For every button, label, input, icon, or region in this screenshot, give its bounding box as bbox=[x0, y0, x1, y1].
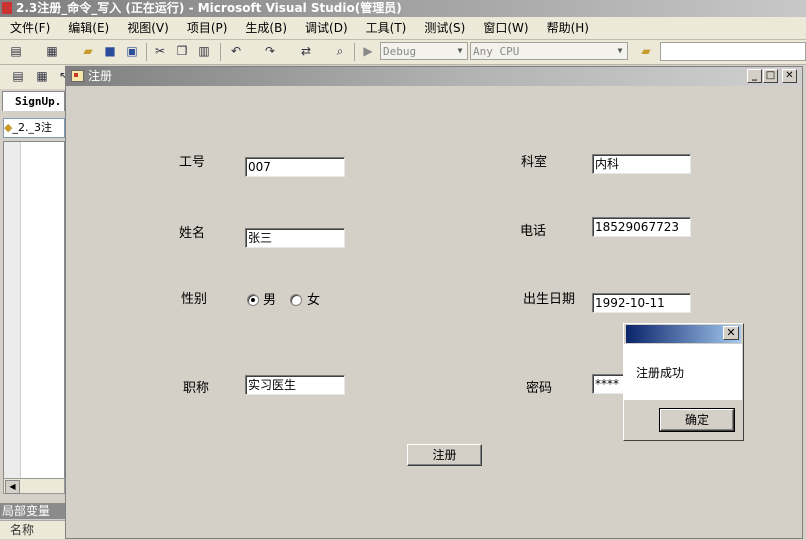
menu-edit[interactable]: 编辑(E) bbox=[58, 17, 117, 39]
menu-build[interactable]: 生成(B) bbox=[235, 17, 295, 39]
close-button[interactable]: ✕ bbox=[782, 69, 797, 83]
menu-tools[interactable]: 工具(T) bbox=[356, 17, 415, 39]
register-form-window bbox=[65, 66, 803, 539]
gender-female-radio[interactable] bbox=[290, 294, 302, 306]
copy-icon[interactable]: ❐ bbox=[174, 43, 190, 59]
solution-config-value: Debug bbox=[383, 45, 417, 58]
save-icon[interactable]: ■ bbox=[102, 43, 118, 59]
message-box-text: 注册成功 bbox=[636, 366, 685, 380]
department-input[interactable]: 内科 bbox=[592, 154, 691, 174]
register-button[interactable]: 注册 bbox=[407, 444, 482, 466]
name-input[interactable]: 张三 bbox=[245, 228, 345, 248]
find-input[interactable] bbox=[660, 42, 806, 61]
gender-male-label[interactable]: 男 bbox=[263, 293, 276, 309]
vs-title-bar: 2.3注册_命令_写入 (正在运行) - Microsoft Visual St… bbox=[0, 0, 806, 17]
menu-test[interactable]: 测试(S) bbox=[414, 17, 473, 39]
phone-label: 电话 bbox=[520, 224, 547, 239]
type-nav-value: _2._3注 bbox=[12, 121, 52, 134]
birth-date-label: 出生日期 bbox=[523, 292, 576, 307]
locals-name-column: 名称 bbox=[0, 520, 65, 539]
scroll-left-icon[interactable]: ◀ bbox=[5, 480, 20, 494]
new-project-icon[interactable]: ▤ bbox=[8, 43, 24, 59]
employee-id-input[interactable]: 007 bbox=[245, 157, 345, 177]
form-icon bbox=[71, 70, 84, 82]
save-all-icon[interactable]: ▣ bbox=[124, 43, 140, 59]
register-form-title-bar: 注册 _ □ ✕ bbox=[66, 67, 802, 86]
horizontal-scrollbar[interactable]: ◀ bbox=[3, 478, 65, 494]
add-item-icon[interactable]: ▦ bbox=[44, 43, 60, 59]
birth-date-input[interactable]: 1992-10-11 bbox=[592, 293, 691, 313]
class-view-icon[interactable]: ▦ bbox=[34, 68, 50, 84]
gender-female-label[interactable]: 女 bbox=[307, 293, 320, 309]
side-toolbar: ▤ ▦ ↖ bbox=[0, 65, 69, 89]
platform-value: Any CPU bbox=[473, 45, 520, 58]
solution-explorer-icon[interactable]: ▤ bbox=[10, 68, 26, 84]
platform-select[interactable]: Any CPU ▼ bbox=[470, 42, 628, 60]
menu-view[interactable]: 视图(V) bbox=[117, 17, 177, 39]
vs-title-text: 2.3注册_命令_写入 (正在运行) - Microsoft Visual St… bbox=[16, 1, 402, 15]
phone-input[interactable]: 18529067723 bbox=[592, 217, 691, 237]
paste-icon[interactable]: ▥ bbox=[196, 43, 212, 59]
gender-male-radio[interactable] bbox=[247, 294, 259, 306]
find-icon[interactable]: ⌕ bbox=[332, 43, 348, 59]
find-in-files-icon[interactable]: ▰ bbox=[638, 43, 654, 59]
vs-app-icon bbox=[2, 2, 12, 14]
start-debug-icon[interactable]: ▶ bbox=[360, 43, 376, 59]
employee-id-label: 工号 bbox=[179, 155, 206, 170]
message-box-close-button[interactable]: ✕ bbox=[723, 326, 739, 340]
chevron-down-icon: ▼ bbox=[617, 46, 623, 55]
document-tab[interactable]: SignUp. bbox=[2, 91, 65, 111]
menu-debug[interactable]: 调试(D) bbox=[295, 17, 356, 39]
job-title-label: 职称 bbox=[183, 381, 210, 396]
code-gutter bbox=[4, 142, 21, 478]
menu-file[interactable]: 文件(F) bbox=[0, 17, 58, 39]
menu-window[interactable]: 窗口(W) bbox=[473, 17, 536, 39]
ok-button[interactable]: 确定 bbox=[659, 408, 735, 432]
job-title-input[interactable]: 实习医生 bbox=[245, 375, 345, 395]
redo-icon[interactable]: ↷ bbox=[262, 43, 278, 59]
menu-bar: 文件(F) 编辑(E) 视图(V) 项目(P) 生成(B) 调试(D) 工具(T) 测试(S)… bbox=[0, 17, 806, 40]
chevron-down-icon: ▼ bbox=[457, 46, 463, 55]
type-nav-combo[interactable]: ◆_2._3注 bbox=[3, 118, 65, 138]
solution-config-select[interactable]: Debug ▼ bbox=[380, 42, 468, 60]
open-file-icon[interactable]: ▰ bbox=[80, 43, 96, 59]
name-label: 姓名 bbox=[179, 226, 206, 241]
gender-label: 性别 bbox=[181, 292, 208, 307]
cut-icon[interactable]: ✂ bbox=[152, 43, 168, 59]
maximize-button[interactable]: □ bbox=[763, 69, 778, 83]
register-form-title: 注册 bbox=[88, 69, 113, 83]
navigate-icon[interactable]: ⇄ bbox=[298, 43, 314, 59]
minimize-button[interactable]: _ bbox=[747, 69, 762, 83]
password-label: 密码 bbox=[526, 381, 553, 396]
undo-icon[interactable]: ↶ bbox=[228, 43, 244, 59]
standard-toolbar: ▤ ▦ ▰ ■ ▣ ✂ ❐ ▥ ↶ ↷ ⇄ ⌕ ▶ Debug ▼ Any CPU… bbox=[0, 40, 806, 65]
locals-panel-title: 局部变量 bbox=[0, 503, 65, 519]
menu-help[interactable]: 帮助(H) bbox=[537, 17, 597, 39]
department-label: 科室 bbox=[521, 155, 548, 170]
menu-project[interactable]: 项目(P) bbox=[177, 17, 236, 39]
